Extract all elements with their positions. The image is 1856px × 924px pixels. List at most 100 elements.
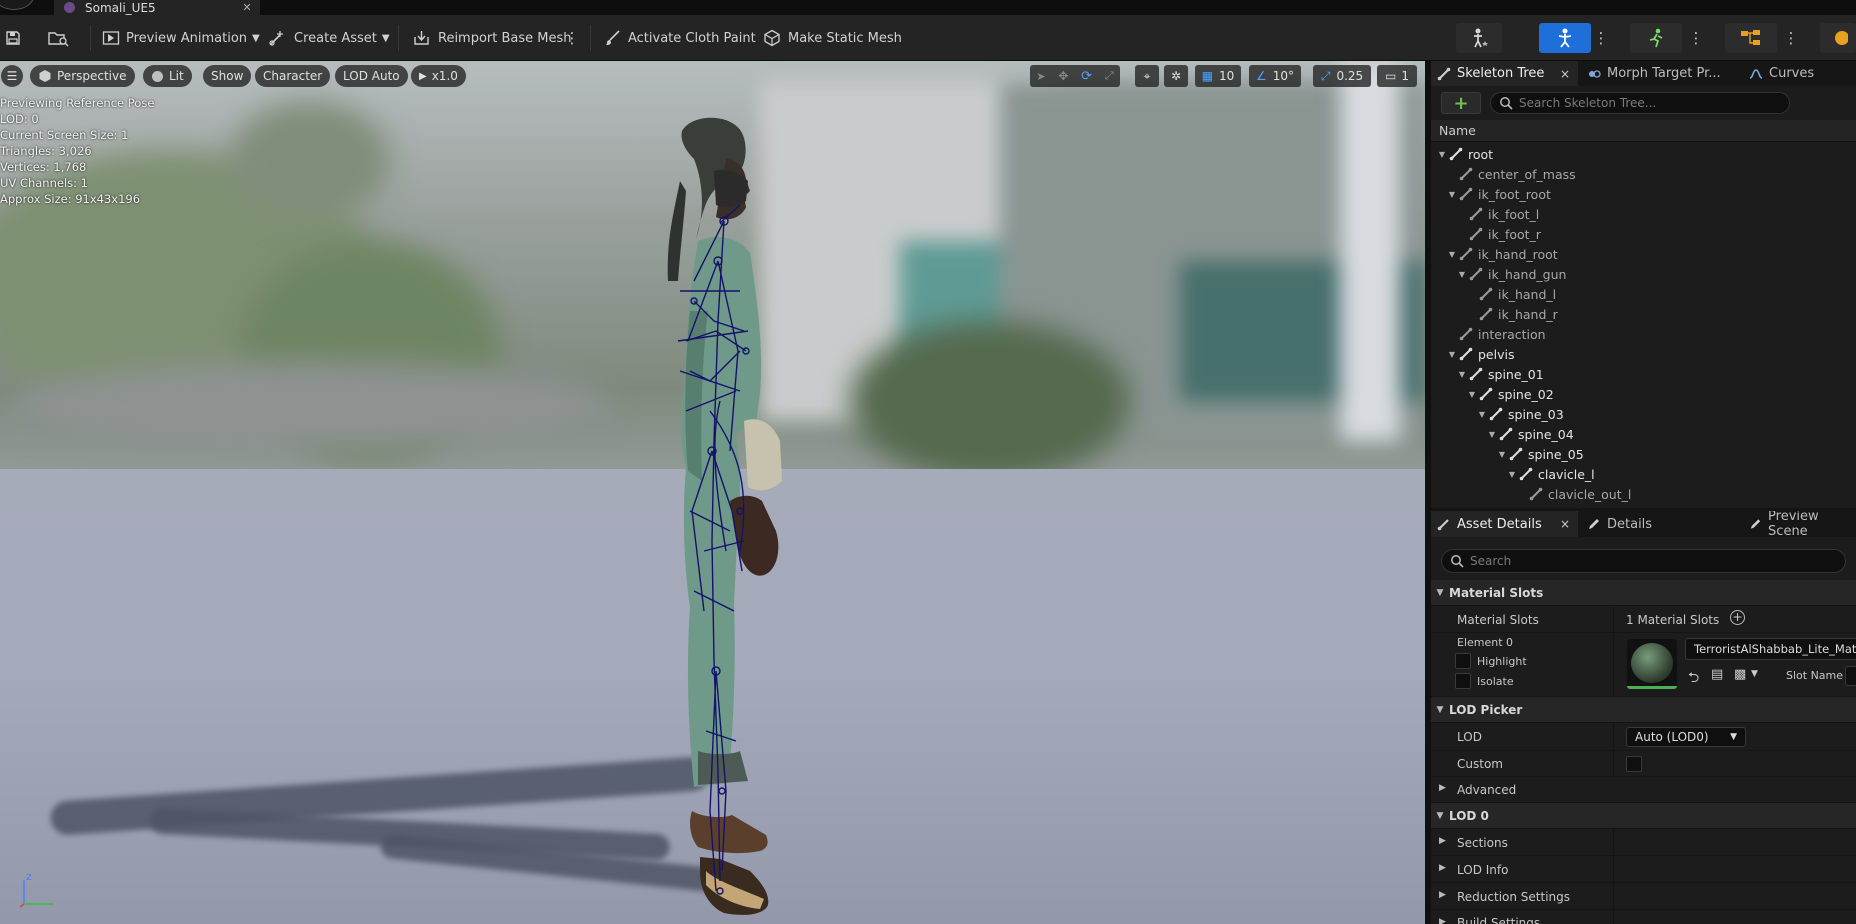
reimport-base-mesh-button[interactable]: Reimport Base Mesh	[412, 23, 572, 53]
isolate-checkbox[interactable]	[1455, 673, 1471, 689]
caret-down-icon[interactable]: ▼	[1437, 150, 1447, 159]
bone-row[interactable]: ▼ spine_05	[1497, 444, 1584, 464]
viewport-menu-button[interactable]: ☰	[1, 65, 23, 87]
bone-row[interactable]: ik_foot_r	[1457, 224, 1541, 244]
unreal-logo-icon[interactable]	[0, 0, 34, 10]
property-lod-info[interactable]: ▶ LOD Info	[1431, 856, 1856, 883]
section-material-slots[interactable]: ▼ Material Slots	[1431, 580, 1856, 606]
bone-row[interactable]: ▼ spine_03	[1477, 404, 1564, 424]
use-selected-asset-icon[interactable]: ⮌	[1688, 667, 1699, 691]
animation-mode-button[interactable]	[1630, 23, 1682, 53]
caret-down-icon[interactable]: ▼	[1477, 410, 1487, 419]
perspective-button[interactable]: Perspective	[30, 65, 135, 87]
lit-button[interactable]: Lit	[143, 65, 192, 87]
tab-morph-target-preview[interactable]: Morph Target Pr...	[1581, 61, 1741, 86]
preview-animation-button[interactable]: Preview Animation ▼	[102, 23, 260, 53]
save-button[interactable]	[4, 23, 28, 53]
document-tab[interactable]: Somali_UE5 ✕	[54, 0, 260, 15]
tab-curves[interactable]: Curves	[1743, 61, 1856, 86]
bone-row[interactable]: ▼ clavicle_l	[1507, 464, 1595, 484]
highlight-checkbox[interactable]	[1455, 653, 1471, 669]
caret-down-icon[interactable]: ▼	[1497, 450, 1507, 459]
property-build-settings[interactable]: ▶ Build Settings	[1431, 910, 1856, 924]
material-asset-picker[interactable]: TerroristAlShabbab_Lite_Mat_Inst	[1685, 638, 1856, 660]
skeleton-search-input[interactable]: Search Skeleton Tree...	[1490, 92, 1790, 114]
lod-auto-button[interactable]: LOD Auto	[335, 65, 408, 87]
chevron-down-icon[interactable]: ▼	[1751, 669, 1758, 679]
caret-down-icon[interactable]: ▼	[1507, 470, 1517, 479]
browse-asset-button[interactable]	[47, 23, 73, 53]
bone-row[interactable]: ▼ ik_hand_gun	[1457, 264, 1567, 284]
caret-down-icon[interactable]: ▼	[1447, 350, 1457, 359]
tab-preview-scene[interactable]: Preview Scene	[1743, 511, 1856, 539]
bone-row[interactable]: ▼ ik_foot_root	[1447, 184, 1551, 204]
grid-snap-button[interactable]: ▦ 10	[1195, 65, 1241, 87]
isolate-row: Isolate	[1455, 673, 1514, 689]
bone-row[interactable]: ▼ ik_hand_root	[1447, 244, 1558, 264]
property-sections[interactable]: ▶ Sections	[1431, 829, 1856, 856]
make-static-mesh-button[interactable]: Make Static Mesh	[762, 23, 902, 53]
camera-speed-button[interactable]: ▭ 1	[1377, 65, 1417, 87]
mesh-mode-button[interactable]	[1539, 23, 1591, 53]
bone-row[interactable]: ▼ spine_04	[1487, 424, 1574, 444]
add-bone-socket-button[interactable]: +	[1441, 92, 1481, 114]
animation-mode-options[interactable]: ⋮	[1689, 23, 1704, 53]
bone-row[interactable]: ▼ root	[1437, 144, 1493, 164]
tab-skeleton-tree[interactable]: Skeleton Tree ×	[1431, 61, 1578, 86]
material-thumbnail[interactable]	[1627, 639, 1677, 689]
character-mesh[interactable]	[620, 111, 820, 924]
browse-asset-icon[interactable]: ▤	[1711, 667, 1723, 682]
bone-row[interactable]: ▼ spine_02	[1467, 384, 1554, 404]
surface-snap-toggle[interactable]: ✲	[1164, 65, 1188, 87]
scale-snap-button[interactable]: ⤢ 0.25	[1313, 65, 1371, 87]
rotation-snap-button[interactable]: ∠ 10°	[1249, 65, 1301, 87]
caret-down-icon[interactable]: ▼	[1447, 190, 1457, 199]
caret-down-icon[interactable]: ▼	[1467, 390, 1477, 399]
details-search-input[interactable]: Search	[1441, 549, 1846, 573]
bone-row[interactable]: ▼ spine_01	[1457, 364, 1544, 384]
slot-name-input[interactable]	[1845, 666, 1856, 686]
preview-viewport[interactable]: ☰ Perspective Lit Show Character LOD Aut…	[0, 61, 1425, 924]
caret-down-icon[interactable]: ▼	[1457, 270, 1467, 279]
tab-asset-details[interactable]: Asset Details ×	[1431, 511, 1578, 537]
physics-mode-button[interactable]	[1820, 23, 1856, 53]
bone-row[interactable]: clavicle_out_l	[1517, 484, 1631, 504]
select-icon[interactable]: ➤	[1036, 70, 1045, 83]
close-tab-icon[interactable]: ×	[1560, 67, 1570, 81]
caret-down-icon[interactable]: ▼	[1447, 250, 1457, 259]
activate-cloth-paint-button[interactable]: Activate Cloth Paint	[604, 23, 756, 53]
caret-down-icon[interactable]: ▼	[1457, 370, 1467, 379]
close-tab-icon[interactable]: ✕	[240, 1, 254, 14]
tab-details[interactable]: Details	[1581, 511, 1711, 537]
caret-down-icon[interactable]: ▼	[1487, 430, 1497, 439]
bone-row[interactable]: ik_foot_l	[1457, 204, 1539, 224]
section-lod-0[interactable]: ▼ LOD 0	[1431, 803, 1856, 829]
show-button[interactable]: Show	[203, 65, 252, 87]
bone-row[interactable]: interaction	[1447, 324, 1546, 344]
checker-icon[interactable]: ▩	[1734, 667, 1746, 682]
bone-row[interactable]: ik_hand_l	[1467, 284, 1556, 304]
property-advanced[interactable]: ▶ Advanced	[1431, 777, 1856, 803]
reimport-options-button[interactable]: ⋮	[565, 23, 580, 53]
rotate-icon[interactable]: ⟳	[1081, 69, 1092, 84]
close-tab-icon[interactable]: ×	[1560, 517, 1570, 531]
property-reduction-settings[interactable]: ▶ Reduction Settings	[1431, 883, 1856, 910]
scale-icon[interactable]: ⤢	[1105, 69, 1114, 83]
create-asset-button[interactable]: Create Asset ▼	[268, 23, 390, 53]
skeleton-mode-button[interactable]	[1456, 23, 1502, 53]
section-lod-picker[interactable]: ▼ LOD Picker	[1431, 697, 1856, 723]
lod-dropdown[interactable]: Auto (LOD0) ▼	[1626, 727, 1746, 747]
character-button[interactable]: Character	[255, 65, 331, 87]
translate-icon[interactable]: ✥	[1058, 69, 1068, 83]
play-speed-button[interactable]: ▶ x1.0	[411, 65, 466, 87]
blueprint-mode-options[interactable]: ⋮	[1784, 23, 1799, 53]
bone-row[interactable]: center_of_mass	[1447, 164, 1576, 184]
bone-row[interactable]: ▼ pelvis	[1447, 344, 1515, 364]
blueprint-mode-button[interactable]	[1725, 23, 1777, 53]
add-circle-icon[interactable]: +	[1730, 610, 1745, 625]
custom-checkbox[interactable]	[1626, 756, 1642, 772]
local-world-toggle[interactable]: ⌖	[1135, 65, 1159, 87]
lit-sphere-icon	[152, 70, 163, 82]
mesh-mode-options[interactable]: ⋮	[1594, 23, 1609, 53]
bone-row[interactable]: ik_hand_r	[1467, 304, 1558, 324]
